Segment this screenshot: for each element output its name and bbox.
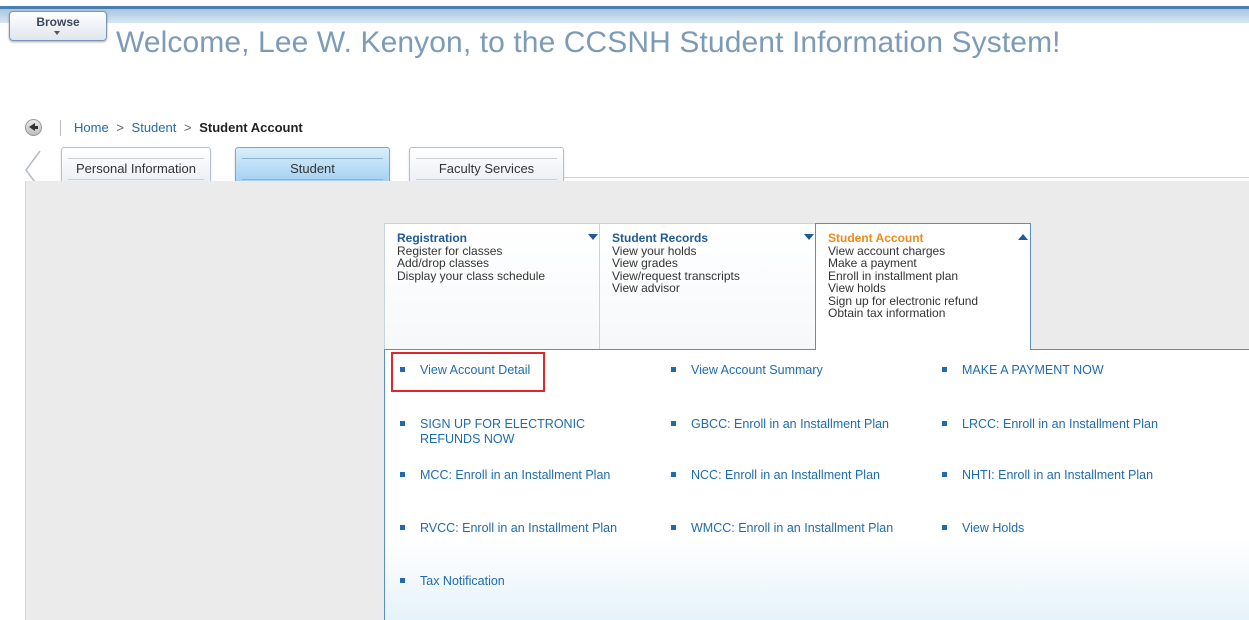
bullet-icon — [400, 367, 405, 372]
card-item[interactable]: Add/drop classes — [397, 257, 599, 270]
expand-down-icon[interactable] — [804, 234, 814, 240]
card-item[interactable]: Display your class schedule — [397, 269, 599, 283]
link-make-a-payment-now[interactable]: MAKE A PAYMENT NOW — [962, 363, 1104, 378]
browse-label: Browse — [36, 15, 80, 29]
link-tax-notification[interactable]: Tax Notification — [420, 574, 505, 589]
link-view-account-summary[interactable]: View Account Summary — [691, 363, 823, 378]
bullet-icon — [671, 421, 676, 426]
browse-button[interactable]: Browse — [9, 11, 107, 41]
menu-card-student-account: Student Account View account charges Mak… — [815, 223, 1031, 350]
back-button[interactable] — [25, 119, 42, 136]
page-root: Browse Welcome, Lee W. Kenyon, to the CC… — [0, 0, 1249, 620]
menu-card-student-records: Student Records View your holds View gra… — [599, 223, 816, 350]
card-item[interactable]: View advisor — [612, 282, 815, 295]
breadcrumb: Home > Student > Student Account — [74, 120, 303, 135]
link-mcc-installment-plan[interactable]: MCC: Enroll in an Installment Plan — [420, 468, 610, 483]
bullet-icon — [400, 578, 405, 583]
breadcrumb-home[interactable]: Home — [74, 120, 109, 135]
link-lrcc-installment-plan[interactable]: LRCC: Enroll in an Installment Plan — [962, 417, 1158, 432]
collapse-up-icon[interactable] — [1018, 234, 1028, 240]
tab-label: Personal Information — [76, 161, 196, 176]
breadcrumb-separator: > — [116, 120, 124, 135]
link-wmcc-installment-plan[interactable]: WMCC: Enroll in an Installment Plan — [691, 521, 893, 536]
chevron-down-icon — [54, 31, 60, 35]
bullet-icon — [400, 421, 405, 426]
bullet-icon — [942, 421, 947, 426]
link-sign-up-electronic-refunds[interactable]: SIGN UP FOR ELECTRONIC REFUNDS NOW — [420, 417, 640, 447]
student-account-submenu — [384, 349, 1249, 620]
link-gbcc-installment-plan[interactable]: GBCC: Enroll in an Installment Plan — [691, 417, 889, 432]
link-nhti-installment-plan[interactable]: NHTI: Enroll in an Installment Plan — [962, 468, 1153, 483]
top-bar-band — [0, 9, 1249, 23]
bullet-icon — [942, 525, 947, 530]
breadcrumb-current: Student Account — [199, 120, 303, 135]
breadcrumb-separator: > — [183, 120, 192, 135]
bullet-icon — [671, 525, 676, 530]
card-item[interactable]: Obtain tax information — [828, 307, 1030, 320]
card-item[interactable]: View grades — [612, 257, 815, 270]
card-item[interactable]: Make a payment — [828, 257, 1030, 270]
card-title-student-records[interactable]: Student Records — [612, 232, 815, 245]
card-title-student-account[interactable]: Student Account — [828, 232, 1030, 245]
link-ncc-installment-plan[interactable]: NCC: Enroll in an Installment Plan — [691, 468, 880, 483]
tab-label: Student — [290, 161, 335, 176]
link-view-account-detail[interactable]: View Account Detail — [420, 363, 530, 378]
link-view-holds[interactable]: View Holds — [962, 521, 1024, 536]
top-bar — [0, 0, 1249, 4]
welcome-heading: Welcome, Lee W. Kenyon, to the CCSNH Stu… — [116, 26, 1061, 59]
card-item[interactable]: View holds — [828, 282, 1030, 295]
back-arrow-stem — [34, 126, 38, 129]
breadcrumb-divider — [60, 120, 61, 136]
bullet-icon — [400, 472, 405, 477]
bullet-icon — [942, 472, 947, 477]
bullet-icon — [942, 367, 947, 372]
menu-card-registration: Registration Register for classes Add/dr… — [384, 223, 600, 350]
tab-label: Faculty Services — [438, 161, 535, 176]
bullet-icon — [400, 525, 405, 530]
breadcrumb-student[interactable]: Student — [132, 120, 177, 135]
link-rvcc-installment-plan[interactable]: RVCC: Enroll in an Installment Plan — [420, 521, 617, 536]
bullet-icon — [671, 367, 676, 372]
expand-down-icon[interactable] — [588, 234, 598, 240]
bullet-icon — [671, 472, 676, 477]
card-title-registration[interactable]: Registration — [397, 232, 599, 245]
tab-baseline — [560, 177, 1249, 178]
